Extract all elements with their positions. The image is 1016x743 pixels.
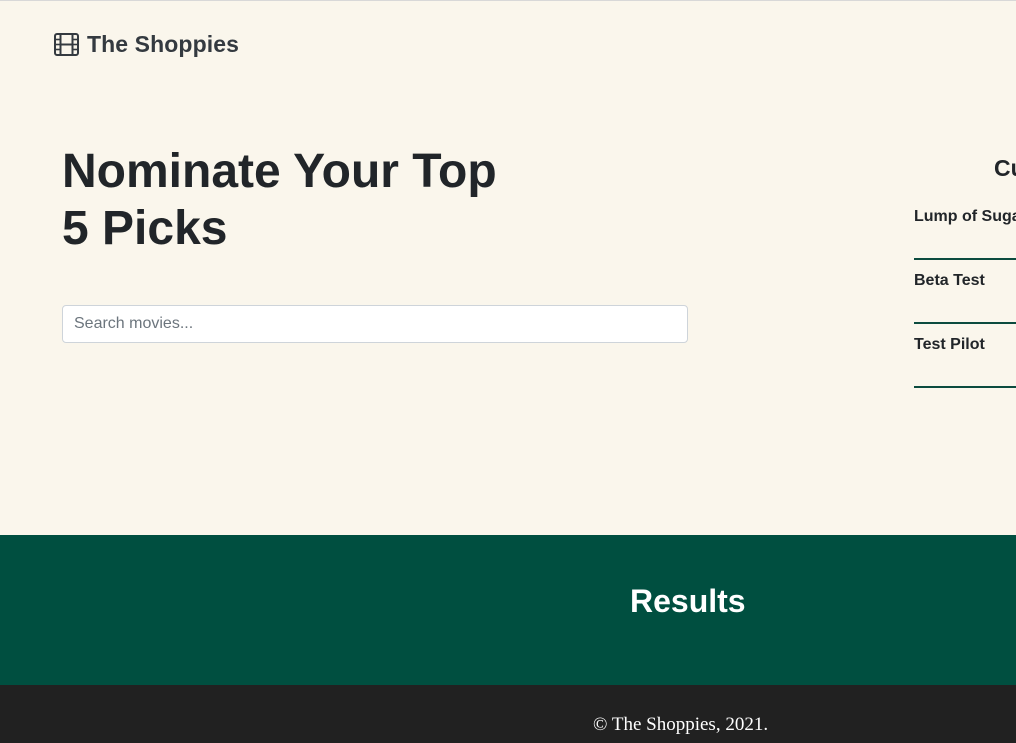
brand-link[interactable]: The Shoppies	[54, 31, 239, 58]
nominations-heading: Cu	[994, 155, 1016, 181]
results-section: Results	[0, 535, 1016, 685]
nomination-item: Beta Test	[914, 260, 1016, 324]
search-movies-input[interactable]	[62, 305, 688, 343]
page-title-line-1: Nominate Your Top	[62, 145, 497, 198]
results-heading: Results	[630, 583, 746, 619]
footer: © The Shoppies, 2021.	[0, 685, 1016, 743]
copyright-label: The Shoppies, 2021.	[611, 714, 769, 735]
copyright-icon: ©	[593, 714, 608, 735]
top-border	[0, 0, 1016, 1]
page-title: Nominate Your Top 5 Picks	[62, 143, 582, 257]
nomination-item: Lump of Suga	[914, 196, 1016, 260]
nominations-panel: Cu Lump of Suga Beta Test Test Pilot	[914, 0, 1016, 535]
film-icon	[54, 33, 79, 56]
brand-name: The Shoppies	[87, 31, 239, 57]
nomination-item: Test Pilot	[914, 324, 1016, 388]
nomination-title: Beta Test	[914, 272, 985, 289]
nomination-title: Test Pilot	[914, 336, 985, 353]
nomination-title: Lump of Suga	[914, 208, 1016, 225]
copyright-text: © The Shoppies, 2021.	[593, 714, 768, 736]
page-title-line-2: 5 Picks	[62, 202, 228, 255]
